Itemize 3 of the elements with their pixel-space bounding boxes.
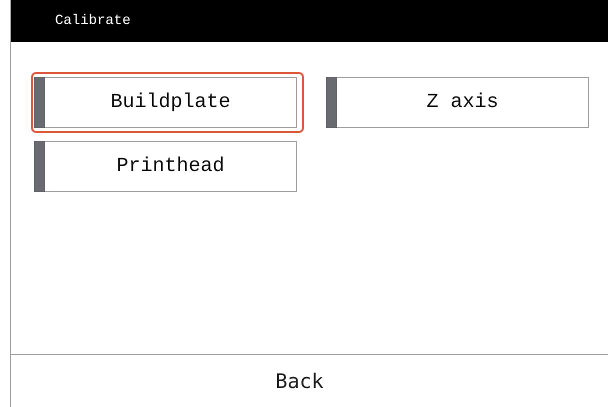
option-button[interactable]: Buildplate — [31, 72, 304, 133]
back-button[interactable]: Back — [267, 367, 332, 395]
window-title: Calibrate — [55, 13, 131, 29]
